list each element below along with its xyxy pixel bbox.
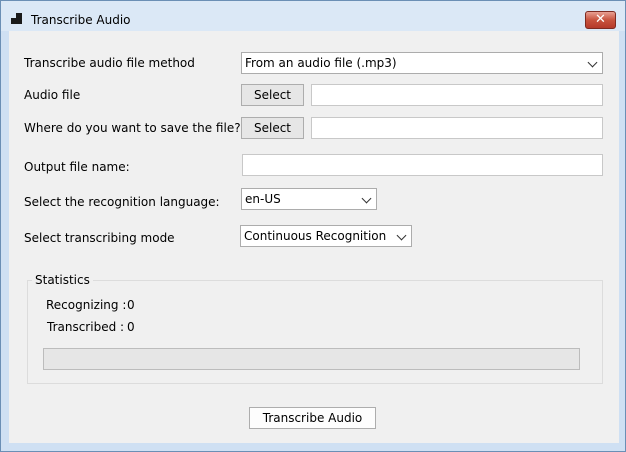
mode-combobox[interactable]: Continuous Recognition xyxy=(240,225,412,247)
recognizing-label: Recognizing : xyxy=(46,298,127,312)
transcribe-audio-window: Transcribe Audio ✕ Transcribe audio file… xyxy=(0,0,626,452)
audio-select-button[interactable]: Select xyxy=(241,84,304,106)
chevron-down-icon xyxy=(587,57,598,68)
title-bar[interactable]: Transcribe Audio ✕ xyxy=(1,1,625,31)
transcribe-audio-button[interactable]: Transcribe Audio xyxy=(249,407,376,429)
transcribed-count: 0 xyxy=(127,320,135,334)
transcription-progress-bar xyxy=(43,348,580,370)
save-location-label: Where do you want to save the file? xyxy=(24,121,241,135)
method-combobox[interactable]: From an audio file (.mp3) xyxy=(241,52,603,74)
app-icon xyxy=(11,13,23,25)
audio-path-field[interactable] xyxy=(311,84,603,106)
output-name-label: Output file name: xyxy=(24,160,130,174)
language-label: Select the recognition language: xyxy=(24,195,220,209)
form-area: Transcribe audio file method From an aud… xyxy=(9,31,619,443)
save-path-field[interactable] xyxy=(311,117,603,139)
method-value: From an audio file (.mp3) xyxy=(245,56,397,70)
chevron-down-icon xyxy=(396,230,407,241)
chevron-down-icon xyxy=(361,193,372,204)
method-label: Transcribe audio file method xyxy=(24,56,195,70)
save-select-button[interactable]: Select xyxy=(241,117,304,139)
window-title: Transcribe Audio xyxy=(31,13,131,27)
mode-value: Continuous Recognition xyxy=(244,229,387,243)
recognizing-count: 0 xyxy=(127,298,135,312)
output-name-field[interactable] xyxy=(242,154,603,176)
language-value: en-US xyxy=(245,192,281,206)
mode-label: Select transcribing mode xyxy=(24,231,175,245)
close-button[interactable]: ✕ xyxy=(585,11,616,29)
statistics-title: Statistics xyxy=(32,273,93,287)
audio-file-label: Audio file xyxy=(24,88,81,102)
transcribed-label: Transcribed : xyxy=(47,320,125,334)
close-icon: ✕ xyxy=(595,12,606,27)
language-combobox[interactable]: en-US xyxy=(241,188,377,210)
